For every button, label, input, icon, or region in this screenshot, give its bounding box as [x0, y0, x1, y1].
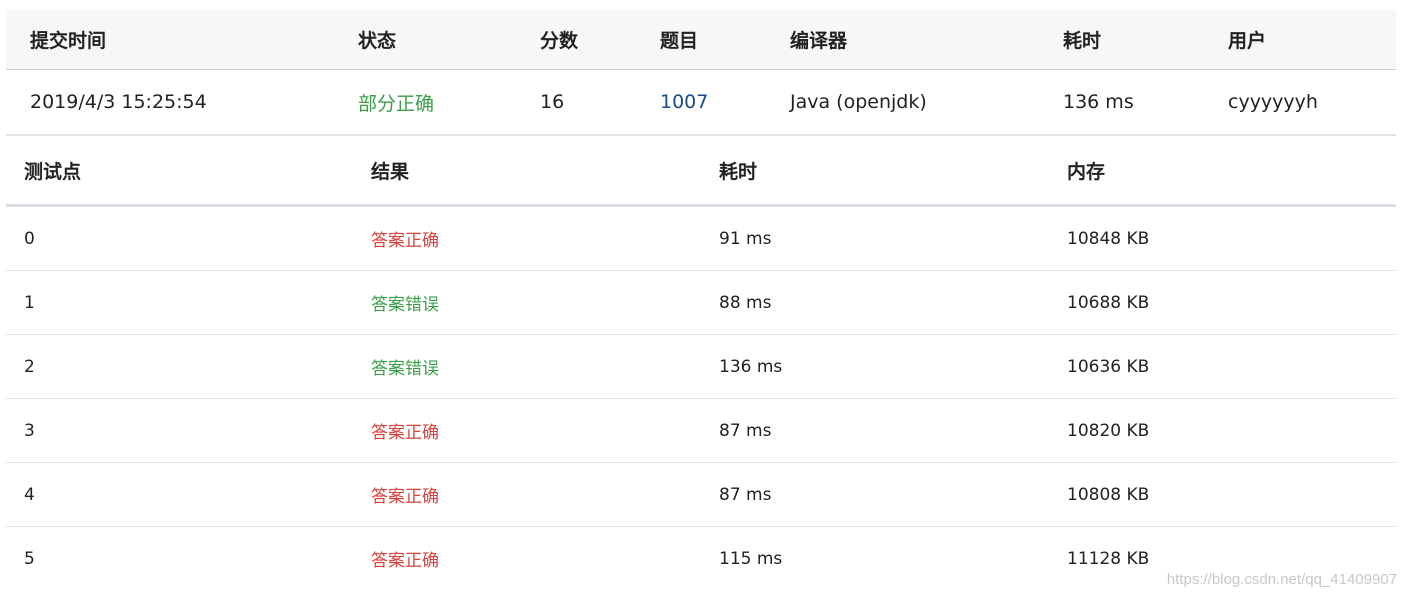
case-result: 答案错误: [371, 295, 439, 315]
submission-compiler: Java (openjdk): [790, 91, 927, 113]
submission-user: cyyyyyyh: [1228, 91, 1318, 113]
case-time: 115 ms: [719, 548, 783, 569]
case-time: 136 ms: [719, 356, 783, 377]
case-memory: 10688 KB: [1067, 292, 1150, 313]
case-memory: 10820 KB: [1067, 420, 1150, 441]
watermark: https://blog.csdn.net/qq_41409907: [1166, 571, 1397, 588]
header-case-result: 结果: [371, 160, 410, 183]
header-problem: 题目: [660, 30, 699, 52]
case-memory: 10808 KB: [1067, 484, 1150, 505]
case-id: 5: [24, 548, 35, 569]
header-status: 状态: [358, 30, 397, 52]
submission-elapsed: 136 ms: [1063, 91, 1134, 113]
header-case-time: 耗时: [719, 160, 758, 183]
case-id: 0: [24, 228, 35, 249]
problem-link[interactable]: 1007: [660, 91, 708, 113]
case-memory: 10848 KB: [1067, 228, 1150, 249]
table-row: 3 答案正确 87 ms 10820 KB: [6, 399, 1396, 463]
case-id: 4: [24, 484, 35, 505]
header-case-id: 测试点: [24, 160, 82, 183]
case-result: 答案错误: [371, 359, 439, 379]
submission-status: 部分正确: [358, 92, 435, 115]
case-id: 2: [24, 356, 35, 377]
case-memory: 10636 KB: [1067, 356, 1150, 377]
cases-table-header: 测试点 结果 耗时 内存: [6, 136, 1396, 207]
case-time: 88 ms: [719, 292, 772, 313]
submit-time: 2019/4/3 15:25:54: [30, 91, 207, 113]
case-memory: 11128 KB: [1067, 548, 1150, 569]
submission-table-header: 提交时间 状态 分数 题目 编译器 耗时 用户: [6, 10, 1396, 70]
header-user: 用户: [1228, 30, 1267, 52]
table-row: 0 答案正确 91 ms 10848 KB: [6, 207, 1396, 271]
case-time: 87 ms: [719, 484, 772, 505]
case-time: 91 ms: [719, 228, 772, 249]
submission-score: 16: [540, 91, 565, 113]
case-result: 答案正确: [371, 423, 439, 443]
case-result: 答案正确: [371, 231, 439, 251]
case-time: 87 ms: [719, 420, 772, 441]
case-id: 1: [24, 292, 35, 313]
table-row: 2 答案错误 136 ms 10636 KB: [6, 335, 1396, 399]
header-score: 分数: [540, 30, 579, 52]
cases-table-body: 0 答案正确 91 ms 10848 KB 1 答案错误 88 ms 10688…: [6, 207, 1396, 590]
header-elapsed: 耗时: [1063, 30, 1102, 52]
case-result: 答案正确: [371, 551, 439, 571]
case-result: 答案正确: [371, 487, 439, 507]
header-case-memory: 内存: [1067, 160, 1106, 183]
header-submit-time: 提交时间: [30, 30, 107, 52]
submission-detail: 提交时间 状态 分数 题目 编译器 耗时 用户 2019/4/3 15:25:5…: [6, 10, 1396, 590]
submission-row: 2019/4/3 15:25:54 部分正确 16 1007 Java (ope…: [6, 70, 1396, 136]
case-id: 3: [24, 420, 35, 441]
table-row: 4 答案正确 87 ms 10808 KB: [6, 463, 1396, 527]
header-compiler: 编译器: [790, 30, 848, 52]
table-row: 1 答案错误 88 ms 10688 KB: [6, 271, 1396, 335]
